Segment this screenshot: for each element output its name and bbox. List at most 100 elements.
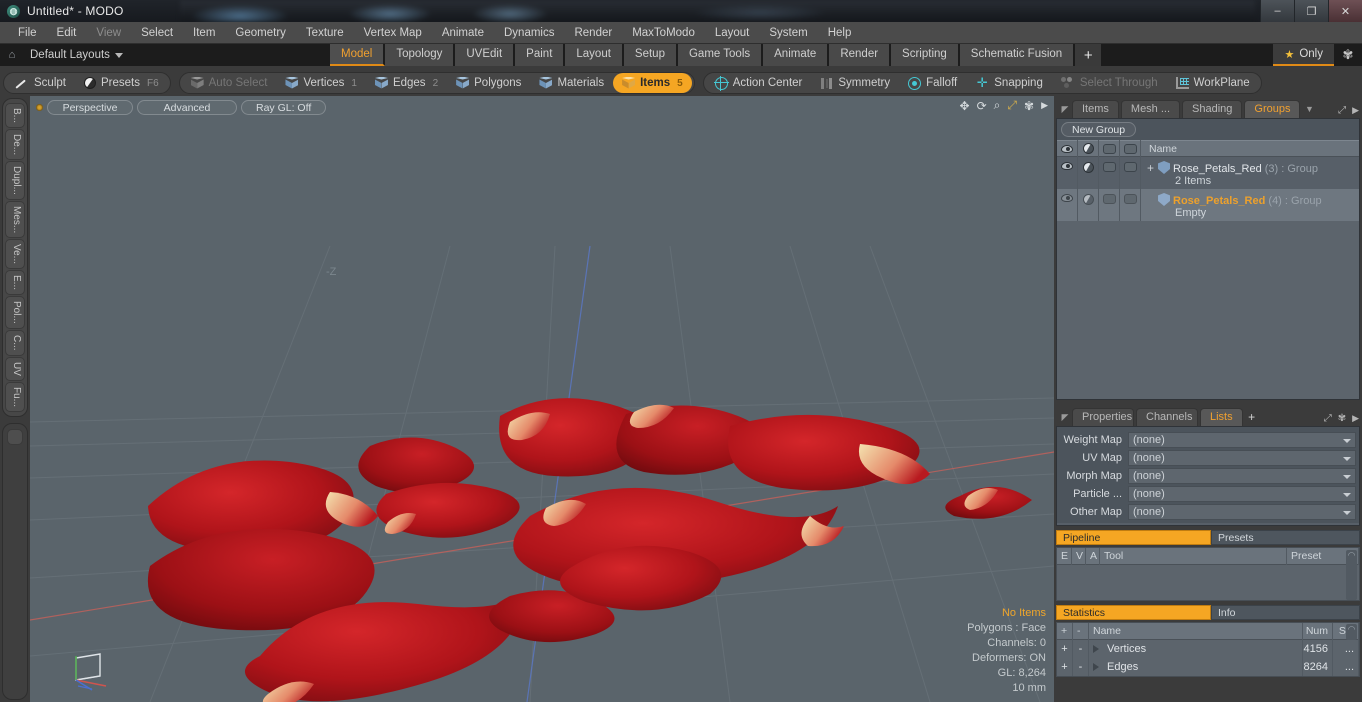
layout-tab-model[interactable]: Model: [330, 44, 386, 66]
menu-item-geometry[interactable]: Geometry: [225, 22, 296, 44]
groups-tree-empty-space[interactable]: [1057, 221, 1359, 399]
panel-tab-mesh-[interactable]: Mesh ...: [1120, 100, 1181, 118]
statistics-column-num[interactable]: Num: [1303, 622, 1333, 640]
viewport-raygl-selector[interactable]: Ray GL: Off: [241, 99, 327, 115]
left-tool-tab-5[interactable]: E...: [5, 270, 25, 296]
panel-scroll-left-icon[interactable]: ◤: [1058, 408, 1072, 426]
new-group-button[interactable]: New Group: [1061, 122, 1137, 137]
statistics-scrollbar[interactable]: ◠: [1346, 624, 1357, 640]
row-visibility-toggle[interactable]: [1057, 157, 1078, 189]
menu-item-texture[interactable]: Texture: [296, 22, 354, 44]
layout-tab-paint[interactable]: Paint: [515, 44, 566, 66]
statistics-row-remove-button[interactable]: -: [1073, 640, 1089, 658]
left-tool-tab-9[interactable]: Fu...: [5, 381, 25, 412]
row-visibility-toggle[interactable]: [1057, 189, 1078, 221]
pipeline-column-v[interactable]: V: [1072, 547, 1086, 565]
menu-item-help[interactable]: Help: [818, 22, 862, 44]
lists-add-tab-button[interactable]: +: [1245, 408, 1259, 426]
menu-item-render[interactable]: Render: [564, 22, 622, 44]
pipeline-column-e[interactable]: E: [1057, 547, 1072, 565]
statistics-row[interactable]: + - Edges 8264...: [1057, 658, 1359, 676]
pipeline-column-a[interactable]: A: [1086, 547, 1100, 565]
mode-button-polygons[interactable]: Polygons: [447, 73, 530, 93]
only-toggle[interactable]: ★ Only: [1273, 44, 1334, 66]
gear-icon[interactable]: ✾: [1338, 413, 1346, 424]
mode-button-select-through[interactable]: Select Through: [1052, 73, 1167, 93]
lists-field-weight-map-dropdown[interactable]: (none): [1128, 431, 1356, 448]
row-shading-toggle[interactable]: [1078, 157, 1099, 189]
chevron-right-icon[interactable]: ▶: [1352, 105, 1359, 116]
tree-expander-icon[interactable]: +: [1145, 161, 1158, 175]
mode-button-sculpt[interactable]: Sculpt: [6, 73, 75, 93]
menu-item-dynamics[interactable]: Dynamics: [494, 22, 564, 44]
layout-selector[interactable]: Default Layouts: [24, 49, 129, 61]
chevron-down-icon[interactable]: ▼: [1302, 100, 1316, 118]
menu-item-select[interactable]: Select: [131, 22, 183, 44]
expand-panel-icon[interactable]: ⤢: [1338, 105, 1346, 116]
row-wireframe-toggle[interactable]: [1099, 189, 1120, 221]
panel-tab-channels[interactable]: Channels: [1136, 408, 1198, 426]
pipeline-scrollbar[interactable]: ◠: [1346, 550, 1357, 600]
tool-knob-icon[interactable]: [7, 428, 23, 445]
statistics-column-sub[interactable]: -: [1073, 622, 1089, 640]
menu-item-maxtomodo[interactable]: MaxToModo: [622, 22, 705, 44]
menu-item-system[interactable]: System: [759, 22, 817, 44]
3d-viewport[interactable]: -Z Perspective Advanced Ray GL: Off ✥ ⟳ …: [30, 96, 1054, 702]
panel-tab-groups[interactable]: Groups: [1244, 100, 1301, 118]
triangle-right-icon[interactable]: [1093, 645, 1099, 653]
statistics-row-remove-button[interactable]: -: [1073, 658, 1089, 676]
menu-item-animate[interactable]: Animate: [432, 22, 494, 44]
menu-item-file[interactable]: File: [8, 22, 47, 44]
mode-button-edges[interactable]: Edges 2: [366, 73, 447, 93]
mode-button-workplane[interactable]: WorkPlane: [1167, 73, 1259, 93]
layout-tab-schematic-fusion[interactable]: Schematic Fusion: [959, 44, 1076, 66]
pipeline-table[interactable]: E V A Tool Preset ◠: [1056, 547, 1360, 601]
mode-button-materials[interactable]: Materials: [530, 73, 613, 93]
mode-button-symmetry[interactable]: Symmetry: [811, 73, 899, 93]
layout-tab-game-tools[interactable]: Game Tools: [677, 44, 764, 66]
mode-button-auto-select[interactable]: Auto Select: [182, 73, 277, 93]
left-tool-tab-3[interactable]: Mes...: [5, 201, 25, 239]
statistics-column-name[interactable]: Name: [1089, 622, 1303, 640]
lists-field-morph-map-dropdown[interactable]: (none): [1128, 467, 1356, 484]
left-tool-tab-6[interactable]: Pol...: [5, 296, 25, 330]
layout-tab-animate[interactable]: Animate: [763, 44, 830, 66]
panel-tab-lists[interactable]: Lists: [1200, 408, 1243, 426]
add-layout-tab-button[interactable]: +: [1075, 44, 1102, 66]
viewport-shading-selector[interactable]: Advanced: [137, 99, 237, 115]
fit-view-icon[interactable]: ⤢: [1007, 98, 1017, 113]
mode-button-vertices[interactable]: Vertices 1: [276, 73, 365, 93]
rotate-icon[interactable]: ⟳: [977, 99, 987, 113]
minimize-button[interactable]: –: [1260, 0, 1294, 22]
groups-tree-row[interactable]: + Rose_Petals_Red (3) : Group 2 Items: [1057, 157, 1359, 189]
layout-tab-scripting[interactable]: Scripting: [891, 44, 960, 66]
menu-item-item[interactable]: Item: [183, 22, 225, 44]
gear-icon[interactable]: ✾: [1334, 44, 1362, 66]
left-tool-tab-2[interactable]: Dupl...: [5, 161, 25, 201]
home-icon[interactable]: ⌂: [0, 44, 24, 66]
mode-button-presets[interactable]: Presets F6: [75, 73, 168, 93]
row-wireframe-toggle[interactable]: [1099, 157, 1120, 189]
pan-icon[interactable]: ✥: [960, 99, 970, 113]
mode-button-falloff[interactable]: Falloff: [899, 73, 966, 93]
panel-tab-items[interactable]: Items: [1072, 100, 1119, 118]
menu-item-layout[interactable]: Layout: [705, 22, 760, 44]
panel-tab-shading[interactable]: Shading: [1182, 100, 1243, 118]
mode-button-items[interactable]: Items 5: [613, 73, 692, 93]
left-tool-tab-1[interactable]: De...: [5, 129, 25, 161]
chevron-right-icon[interactable]: ▶: [1352, 413, 1359, 424]
chevron-right-icon[interactable]: ▶: [1041, 100, 1048, 111]
axis-gizmo[interactable]: [66, 646, 114, 694]
layout-tab-layout[interactable]: Layout: [565, 44, 624, 66]
row-shading-toggle[interactable]: [1078, 189, 1099, 221]
mode-button-snapping[interactable]: ✛ Snapping: [966, 73, 1052, 93]
segment-pipeline[interactable]: Pipeline: [1056, 530, 1211, 545]
panel-scroll-left-icon[interactable]: ◤: [1058, 100, 1072, 118]
lists-field-uv-map-dropdown[interactable]: (none): [1128, 449, 1356, 466]
segment-statistics[interactable]: Statistics: [1056, 605, 1211, 620]
groups-tree-row[interactable]: +Rose_Petals_Red (4) : GroupEmpty: [1057, 189, 1359, 221]
expand-panel-icon[interactable]: ⤢: [1324, 413, 1332, 424]
layout-tab-uvedit[interactable]: UVEdit: [455, 44, 516, 66]
left-tool-tab-0[interactable]: B...: [5, 103, 25, 129]
viewport-projection-selector[interactable]: Perspective: [47, 99, 133, 115]
